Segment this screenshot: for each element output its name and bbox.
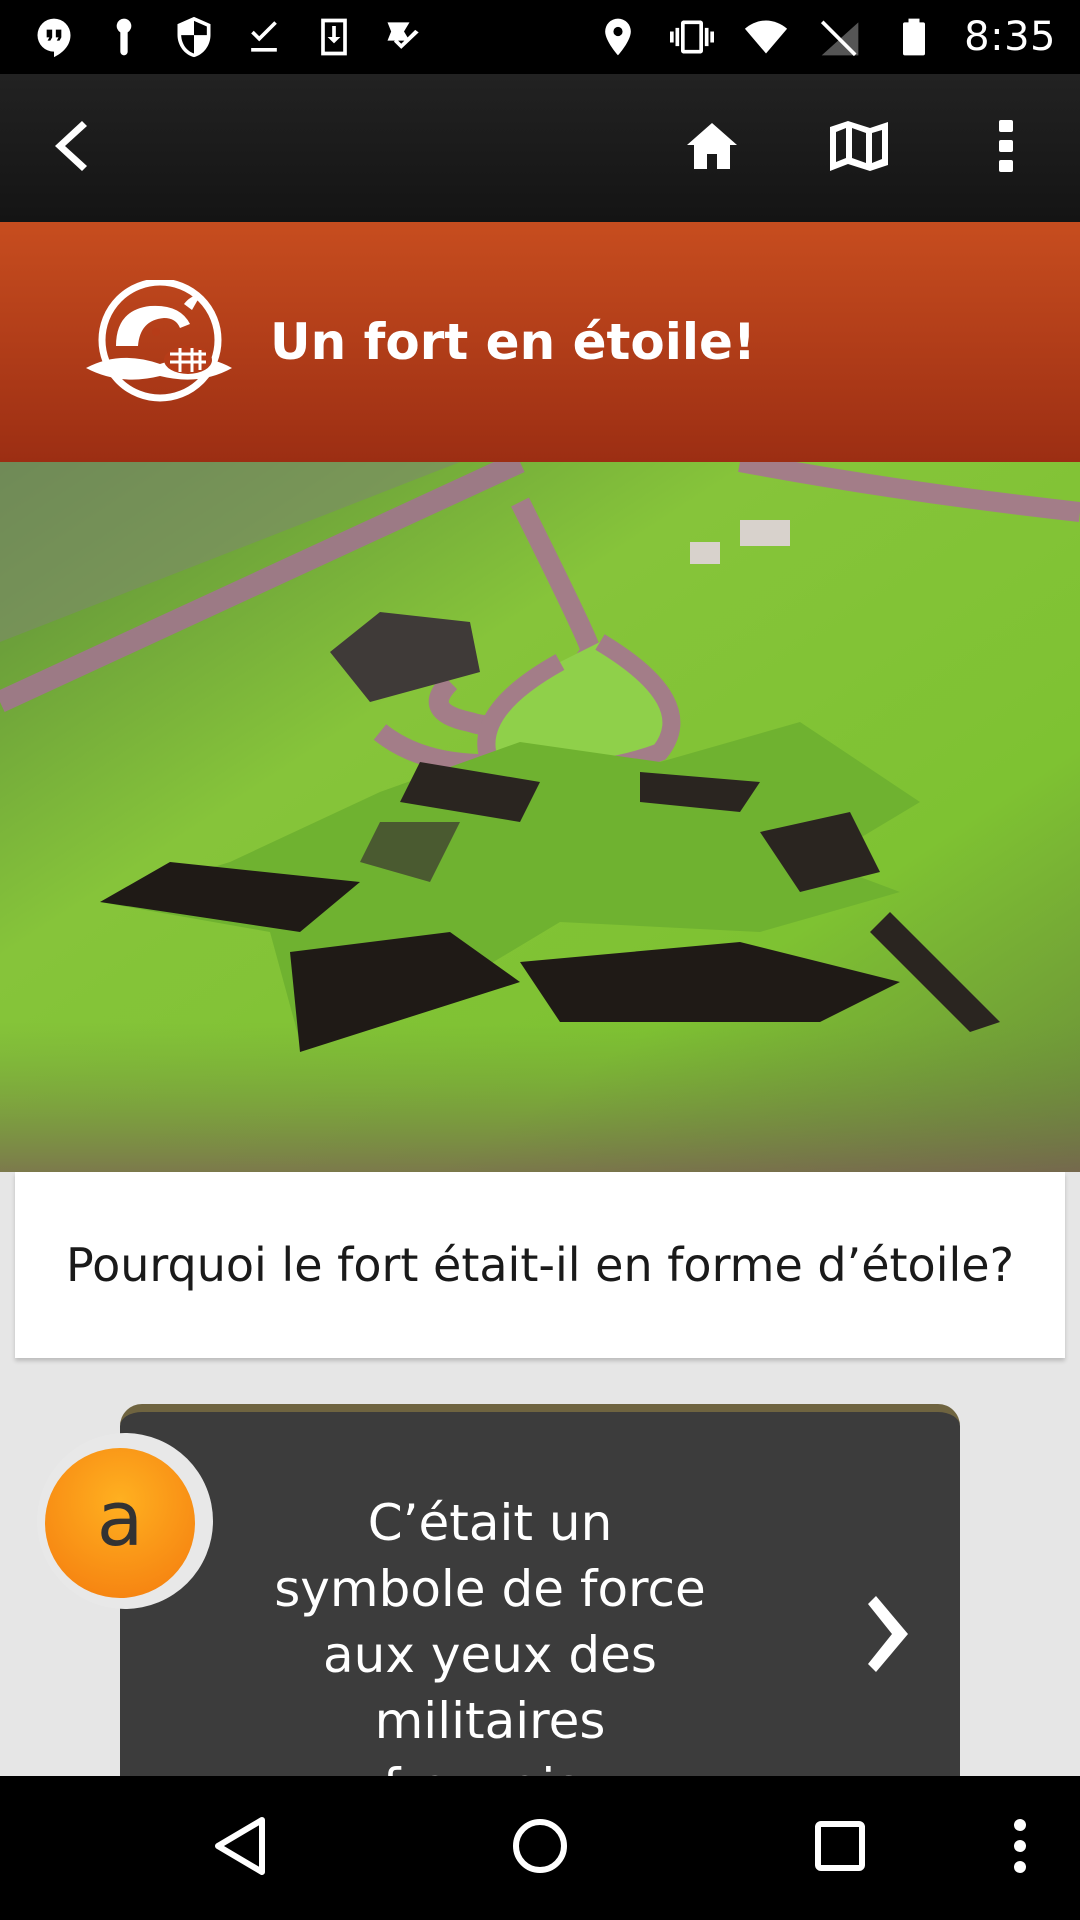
- page-title: Un fort en étoile!: [270, 313, 756, 371]
- nav-recents-icon: [815, 1821, 865, 1875]
- hangouts-icon: [30, 13, 78, 61]
- beaver-logo-icon: [80, 278, 238, 404]
- battery-icon: [890, 13, 938, 61]
- answer-badge-letter: a: [96, 1474, 144, 1563]
- map-button[interactable]: [819, 108, 899, 188]
- question-text: Pourquoi le fort était-il en forme d’éto…: [66, 1238, 1014, 1292]
- answer-badge: a: [45, 1448, 195, 1598]
- home-icon: [687, 123, 737, 173]
- map-icon: [830, 121, 888, 175]
- system-nav-bar: [0, 1776, 1080, 1920]
- home-button[interactable]: [672, 108, 752, 188]
- overflow-menu-button[interactable]: [966, 108, 1046, 188]
- location-pin-icon: [594, 13, 642, 61]
- download-done-icon: [240, 13, 288, 61]
- nav-back-button[interactable]: [200, 1808, 280, 1888]
- nav-menu-button[interactable]: [980, 1808, 1060, 1888]
- nav-back-icon: [212, 1816, 268, 1880]
- overflow-menu-icon: [997, 120, 1015, 176]
- download-icon: [310, 13, 358, 61]
- status-time: 8:35: [964, 14, 1056, 60]
- answer-option-a[interactable]: C’était un symbole de force aux yeux des…: [120, 1404, 960, 1816]
- keyhole-icon: [100, 13, 148, 61]
- answer-text: C’était un symbole de force aux yeux des…: [274, 1494, 706, 1816]
- header-banner: Un fort en étoile!: [0, 222, 1080, 462]
- back-arrow-icon: [51, 120, 97, 176]
- nav-home-button[interactable]: [500, 1808, 580, 1888]
- chevron-right-icon: [858, 1594, 918, 1674]
- no-signal-icon: [816, 13, 864, 61]
- wifi-icon: [742, 13, 790, 61]
- back-button[interactable]: [34, 108, 114, 188]
- task-check-icon: [380, 13, 428, 61]
- shield-icon: [170, 13, 218, 61]
- vibrate-icon: [668, 13, 716, 61]
- nav-home-icon: [512, 1818, 568, 1878]
- app-bar: [0, 74, 1080, 222]
- nav-recents-button[interactable]: [800, 1808, 880, 1888]
- nav-menu-icon: [1013, 1818, 1027, 1878]
- status-bar: 8:35: [0, 0, 1080, 74]
- question-card: Pourquoi le fort était-il en forme d’éto…: [15, 1172, 1065, 1358]
- aerial-photo: [0, 462, 1080, 1172]
- app-screen: { "status_bar": { "time": "8:35", "left_…: [0, 0, 1080, 1920]
